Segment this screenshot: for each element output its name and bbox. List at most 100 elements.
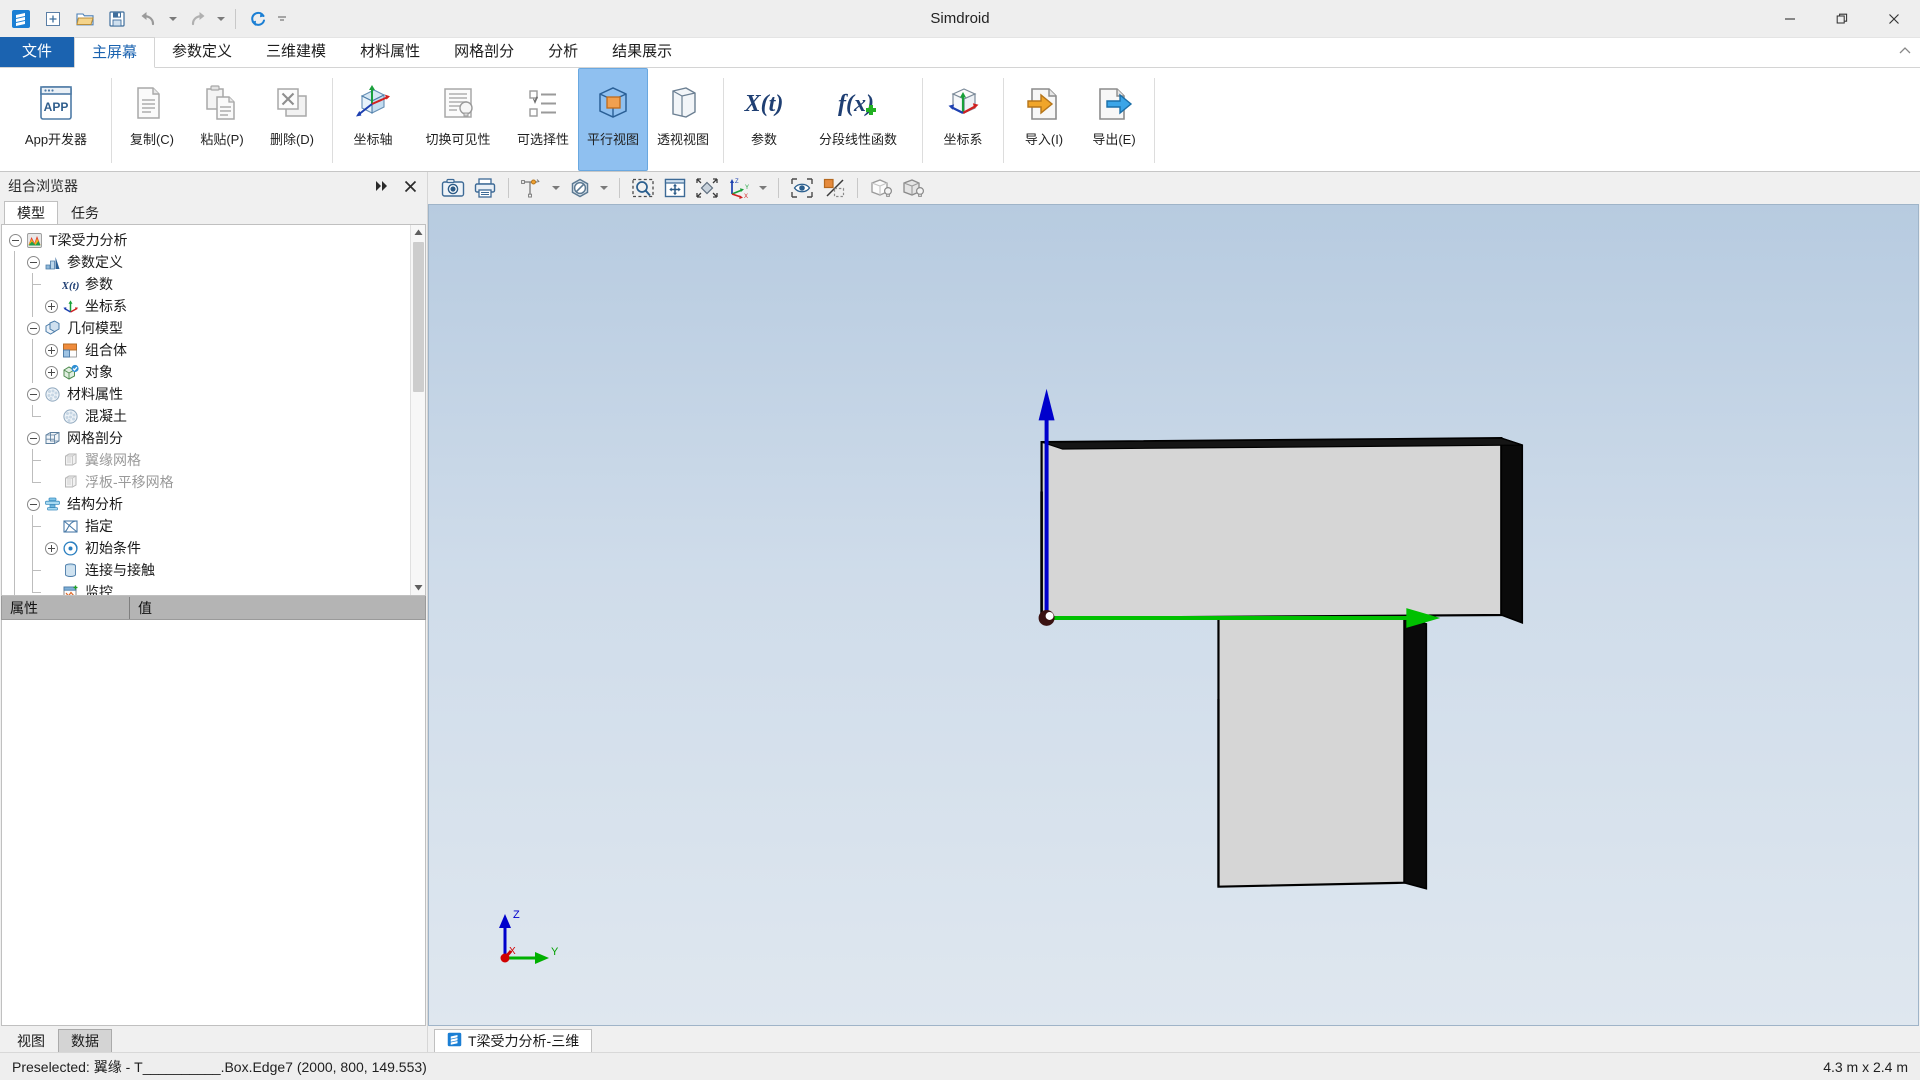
tree-expander-minus-icon[interactable] xyxy=(24,429,42,447)
fit-all-icon[interactable] xyxy=(692,174,722,202)
left-tab-view[interactable]: 视图 xyxy=(4,1029,58,1052)
model-tree-scrollbar[interactable] xyxy=(410,225,425,595)
undo-dropdown-caret-icon[interactable] xyxy=(166,5,180,33)
ribbon-tab-material-properties[interactable]: 材料属性 xyxy=(343,37,437,67)
edge-face-toggle-icon[interactable] xyxy=(819,174,849,202)
view-orientation-dropdown-caret-icon[interactable] xyxy=(756,174,770,202)
tree-expander-plus-icon[interactable] xyxy=(42,363,60,381)
ribbon-tab-results[interactable]: 结果展示 xyxy=(595,37,689,67)
ribbon-button-paste[interactable]: 粘贴(P) xyxy=(187,68,257,171)
ribbon-tab-meshing[interactable]: 网格剖分 xyxy=(437,37,531,67)
3d-viewport[interactable]: Z Y X xyxy=(428,204,1919,1026)
ribbon-button-coordinate-system[interactable]: 坐标系 xyxy=(928,68,998,171)
pan-icon[interactable] xyxy=(660,174,690,202)
save-icon[interactable] xyxy=(102,5,132,33)
tree-expander-minus-icon[interactable] xyxy=(24,319,42,337)
tree-node[interactable]: 几何模型 xyxy=(6,317,425,339)
ribbon-tab-analysis[interactable]: 分析 xyxy=(531,37,595,67)
ribbon-button-axis[interactable]: 坐标轴 xyxy=(338,68,408,171)
tree-node[interactable]: 材料属性 xyxy=(6,383,425,405)
ribbon-tab-home[interactable]: 主屏幕 xyxy=(74,37,156,68)
measure-icon[interactable] xyxy=(517,174,547,202)
shading-light-icon[interactable] xyxy=(866,174,896,202)
view-orientation-icon[interactable]: Z Y X xyxy=(724,174,754,202)
ribbon-button-export[interactable]: 导出(E) xyxy=(1079,68,1149,171)
flange-side-face[interactable] xyxy=(1500,437,1524,625)
ribbon-button-perspective-view[interactable]: 透视视图 xyxy=(648,68,718,171)
ribbon-tab-file[interactable]: 文件 xyxy=(0,37,75,67)
solid-light-icon[interactable] xyxy=(898,174,928,202)
tree-expander-minus-icon[interactable] xyxy=(24,495,42,513)
tree-node-label: 翼缘网格 xyxy=(85,452,141,468)
show-hide-icon[interactable] xyxy=(787,174,817,202)
ribbon-tab-parameter-definition[interactable]: 参数定义 xyxy=(155,37,249,67)
document-tab[interactable]: T梁受力分析-三维 xyxy=(434,1029,593,1052)
tree-node[interactable]: 混凝土 xyxy=(6,405,425,427)
no-entry-icon[interactable] xyxy=(565,174,595,202)
ribbon-button-app-developer[interactable]: APP App开发器 xyxy=(6,68,106,171)
tree-expander-plus-icon[interactable] xyxy=(42,297,60,315)
ribbon-button-toggle-visibility[interactable]: 切换可见性 xyxy=(408,68,508,171)
ribbon-button-parameter[interactable]: X(t) 参数 xyxy=(729,68,799,171)
tree-expander-minus-icon[interactable] xyxy=(6,231,24,249)
t-beam-model[interactable] xyxy=(429,205,1918,1025)
property-table-body[interactable] xyxy=(1,620,426,1026)
maximize-restore-button[interactable] xyxy=(1816,0,1868,38)
noentry-dropdown-caret-icon[interactable] xyxy=(597,174,611,202)
tree-node[interactable]: 浮板-平移网格 xyxy=(6,471,425,493)
minimize-button[interactable] xyxy=(1764,0,1816,38)
tree-node[interactable]: 指定 xyxy=(6,515,425,537)
tree-expander-plus-icon[interactable] xyxy=(42,539,60,557)
tree-node[interactable]: X(t) 参数 xyxy=(6,273,425,295)
tree-node[interactable]: 网格剖分 xyxy=(6,427,425,449)
open-folder-icon[interactable] xyxy=(70,5,100,33)
tree-node[interactable]: 坐标系 xyxy=(6,295,425,317)
tree-node[interactable]: 监控 xyxy=(6,581,425,595)
tree-node[interactable]: 结构分析 xyxy=(6,493,425,515)
tree-node[interactable]: 初始条件 xyxy=(6,537,425,559)
model-tree[interactable]: T梁受力分析 参数定义 X(t) 参数 坐标系 几何模型 组合体 对象 材料属性混凝土网格剖分翼… xyxy=(1,224,426,596)
ribbon-collapse-icon[interactable] xyxy=(1898,45,1920,60)
browser-tab-task[interactable]: 任务 xyxy=(58,201,112,224)
measure-dropdown-caret-icon[interactable] xyxy=(549,174,563,202)
close-button[interactable] xyxy=(1868,0,1920,38)
print-icon[interactable] xyxy=(470,174,500,202)
redo-dropdown-caret-icon[interactable] xyxy=(214,5,228,33)
ribbon-button-label: 导入(I) xyxy=(1024,132,1064,147)
redo-icon[interactable] xyxy=(182,5,212,33)
undo-icon[interactable] xyxy=(134,5,164,33)
tree-node[interactable]: 参数定义 xyxy=(6,251,425,273)
ribbon-button-selectability[interactable]: 可选择性 xyxy=(508,68,578,171)
qat-more-caret-icon[interactable] xyxy=(275,5,289,33)
app-logo-icon[interactable] xyxy=(6,5,36,33)
ribbon-button-piecewise-linear-function[interactable]: f(x) 分段线性函数 xyxy=(799,68,917,171)
tree-expander-minus-icon[interactable] xyxy=(24,253,42,271)
ribbon-button-import[interactable]: 导入(I) xyxy=(1009,68,1079,171)
web-front-face[interactable] xyxy=(1217,616,1406,888)
refresh-icon[interactable] xyxy=(243,5,273,33)
left-tab-data[interactable]: 数据 xyxy=(58,1029,112,1052)
tree-expander-minus-icon[interactable] xyxy=(24,385,42,403)
scroll-down-icon[interactable] xyxy=(411,580,426,595)
web-side-face[interactable] xyxy=(1403,616,1428,890)
scroll-up-icon[interactable] xyxy=(411,225,426,240)
screenshot-icon[interactable] xyxy=(438,174,468,202)
close-panel-icon[interactable] xyxy=(401,177,419,195)
new-icon[interactable] xyxy=(38,5,68,33)
collapse-panel-icon[interactable] xyxy=(373,177,391,195)
tree-node-label: 混凝土 xyxy=(85,408,127,424)
tree-node[interactable]: 翼缘网格 xyxy=(6,449,425,471)
tree-node[interactable]: 对象 xyxy=(6,361,425,383)
browser-tab-model[interactable]: 模型 xyxy=(4,201,58,224)
ribbon-tab-3d-modeling[interactable]: 三维建模 xyxy=(249,37,343,67)
scroll-thumb[interactable] xyxy=(412,242,424,392)
ribbon-button-delete[interactable]: 删除(D) xyxy=(257,68,327,171)
flange-front-face[interactable] xyxy=(1040,437,1503,620)
ribbon-button-copy[interactable]: 复制(C) xyxy=(117,68,187,171)
tree-node[interactable]: 连接与接触 xyxy=(6,559,425,581)
tree-expander-plus-icon[interactable] xyxy=(42,341,60,359)
tree-node[interactable]: T梁受力分析 xyxy=(6,229,425,251)
zoom-box-icon[interactable] xyxy=(628,174,658,202)
ribbon-button-parallel-view[interactable]: 平行视图 xyxy=(578,68,648,171)
tree-node[interactable]: 组合体 xyxy=(6,339,425,361)
